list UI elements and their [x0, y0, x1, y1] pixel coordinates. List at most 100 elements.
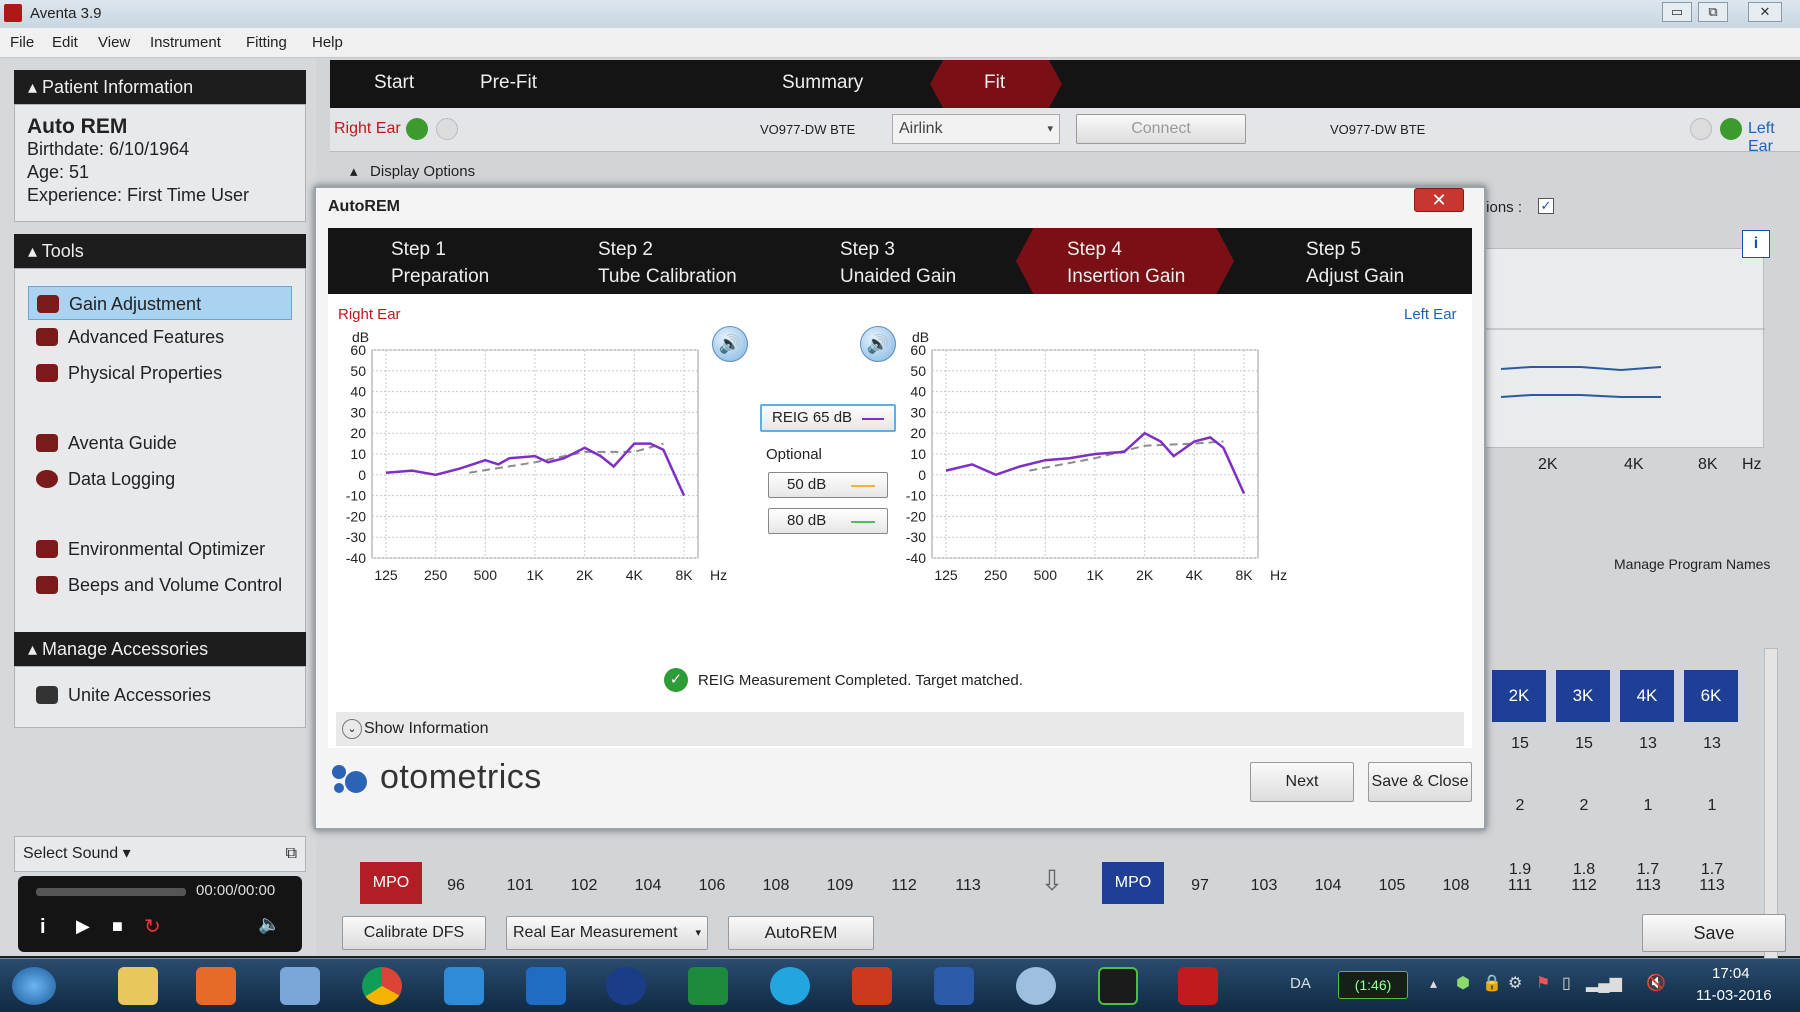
- tool-unite-accessories[interactable]: Unite Accessories: [28, 678, 292, 712]
- tray-app-icon[interactable]: ⬢: [1456, 973, 1470, 993]
- action-center-icon[interactable]: ⚑: [1536, 973, 1550, 993]
- mpo-left-cell[interactable]: 104: [620, 866, 676, 906]
- tab-pre-fit[interactable]: Pre-Fit: [480, 72, 537, 94]
- table-cell[interactable]: 2: [1492, 786, 1548, 826]
- save-close-button[interactable]: Save & Close: [1368, 762, 1472, 802]
- settings-tray-icon[interactable]: ⚙: [1508, 973, 1522, 993]
- battery-indicator[interactable]: (1:46): [1338, 971, 1408, 999]
- network-icon[interactable]: [280, 967, 320, 1005]
- tool-advanced-features[interactable]: Advanced Features: [28, 320, 292, 354]
- table-cell[interactable]: 15: [1556, 724, 1612, 764]
- explorer-icon[interactable]: [118, 967, 158, 1005]
- mpo-left-cell[interactable]: 106: [684, 866, 740, 906]
- table-cell[interactable]: 1: [1684, 786, 1740, 826]
- tab-start[interactable]: Start: [374, 72, 414, 94]
- legend-50-db[interactable]: 50 dB: [768, 472, 888, 498]
- app-swirl-icon[interactable]: [1016, 967, 1056, 1005]
- table-cell[interactable]: 13: [1684, 724, 1740, 764]
- step-5[interactable]: Step 5 Adjust Gain: [1306, 236, 1404, 290]
- info-corner-icon[interactable]: i: [1742, 230, 1770, 258]
- interface-dropdown[interactable]: Airlink ▾: [892, 114, 1060, 144]
- word-icon[interactable]: [934, 967, 974, 1005]
- menu-edit[interactable]: Edit: [52, 34, 78, 51]
- internet-explorer-icon[interactable]: [444, 967, 484, 1005]
- play-icon[interactable]: ▶: [76, 916, 90, 937]
- mpo-right-cell[interactable]: 112: [1556, 866, 1612, 906]
- speaker-left-icon[interactable]: 🔊: [860, 326, 896, 362]
- mpo-left-cell[interactable]: 101: [492, 866, 548, 906]
- start-button[interactable]: [12, 967, 56, 1005]
- tool-environmental-optimizer[interactable]: Environmental Optimizer: [28, 532, 292, 566]
- undock-icon[interactable]: ⧉: [286, 837, 297, 871]
- speaker-muted-icon[interactable]: 🔇: [1646, 973, 1666, 993]
- skype-icon[interactable]: [770, 967, 810, 1005]
- lock-icon[interactable]: 🔒: [1482, 973, 1502, 993]
- real-ear-measurement-dropdown[interactable]: Real Ear Measurement ▾: [506, 916, 708, 950]
- mpo-right-cell[interactable]: 105: [1364, 866, 1420, 906]
- mpo-right-cell[interactable]: 97: [1172, 866, 1228, 906]
- mpo-right-cell[interactable]: 104: [1300, 866, 1356, 906]
- step-3[interactable]: Step 3 Unaided Gain: [840, 236, 956, 290]
- battery-tray-icon[interactable]: ▯: [1562, 973, 1571, 993]
- autorem-button[interactable]: AutoREM: [728, 916, 874, 950]
- mpo-left-cell[interactable]: 102: [556, 866, 612, 906]
- table-cell[interactable]: 13: [1620, 724, 1676, 764]
- repeat-icon[interactable]: ↻: [144, 914, 161, 939]
- menu-help[interactable]: Help: [312, 34, 343, 51]
- tool-data-logging[interactable]: Data Logging: [28, 462, 292, 496]
- dialog-close-button[interactable]: ✕: [1414, 188, 1464, 212]
- aventa-taskbar-icon[interactable]: [1178, 967, 1218, 1005]
- mpo-right-cell[interactable]: 111: [1492, 866, 1548, 906]
- mpo-left-cell[interactable]: 113: [940, 866, 996, 906]
- excel-icon[interactable]: [688, 967, 728, 1005]
- tool-aventa-guide[interactable]: Aventa Guide: [28, 426, 292, 460]
- outlook-icon[interactable]: [526, 967, 566, 1005]
- mpo-right-cell[interactable]: 113: [1620, 866, 1676, 906]
- close-window-button[interactable]: ✕: [1748, 2, 1782, 22]
- table-cell[interactable]: 1: [1620, 786, 1676, 826]
- clock-time[interactable]: 17:04: [1712, 965, 1750, 982]
- mpo-left-cell[interactable]: 112: [876, 866, 932, 906]
- legend-reig-65[interactable]: REIG 65 dB: [760, 404, 896, 432]
- mpo-right-cell[interactable]: 108: [1428, 866, 1484, 906]
- mpo-left-cell[interactable]: 109: [812, 866, 868, 906]
- app-c-icon[interactable]: [1098, 967, 1138, 1005]
- options-checkbox[interactable]: ✓: [1538, 198, 1554, 214]
- accessories-header[interactable]: ▴ Manage Accessories: [14, 632, 306, 666]
- table-cell[interactable]: 2: [1556, 786, 1612, 826]
- step-1[interactable]: Step 1 Preparation: [391, 236, 489, 290]
- menu-file[interactable]: File: [10, 34, 34, 51]
- step-2[interactable]: Step 2 Tube Calibration: [598, 236, 737, 290]
- tools-header[interactable]: ▴ Tools: [14, 234, 306, 268]
- tool-gain-adjustment[interactable]: Gain Adjustment: [28, 286, 292, 320]
- connect-button[interactable]: Connect: [1076, 114, 1246, 144]
- mpo-right-cell[interactable]: 113: [1684, 866, 1740, 906]
- mpo-right-cell[interactable]: 103: [1236, 866, 1292, 906]
- mpo-left-cell[interactable]: 108: [748, 866, 804, 906]
- language-indicator[interactable]: DA: [1290, 975, 1311, 992]
- tab-summary[interactable]: Summary: [782, 72, 863, 94]
- clock-date[interactable]: 11-03-2016: [1696, 987, 1772, 1004]
- speaker-right-icon[interactable]: 🔊: [712, 326, 748, 362]
- manage-program-names-link[interactable]: Manage Program Names: [1614, 556, 1770, 572]
- volume-icon[interactable]: 🔈: [258, 914, 280, 935]
- info-icon[interactable]: i: [40, 916, 46, 939]
- tool-physical-properties[interactable]: Physical Properties: [28, 356, 292, 390]
- next-button[interactable]: Next: [1250, 762, 1354, 802]
- tool-beeps-volume[interactable]: Beeps and Volume Control: [28, 568, 292, 602]
- step-4[interactable]: Step 4 Insertion Gain: [1067, 236, 1185, 290]
- patient-info-header[interactable]: ▴ Patient Information: [14, 70, 306, 104]
- app-globe-icon[interactable]: [606, 967, 646, 1005]
- menu-view[interactable]: View: [98, 34, 130, 51]
- show-information-toggle[interactable]: ⌄ Show Information: [336, 712, 1464, 746]
- powerpoint-icon[interactable]: [852, 967, 892, 1005]
- display-options-toggle[interactable]: ▴ Display Options: [350, 162, 475, 180]
- menu-instrument[interactable]: Instrument: [150, 34, 221, 51]
- mpo-left-cell[interactable]: 96: [428, 866, 484, 906]
- select-sound-dropdown[interactable]: Select Sound ▾ ⧉: [14, 836, 306, 872]
- signal-icon[interactable]: ▂▄▆: [1586, 973, 1622, 993]
- tab-fit[interactable]: Fit: [984, 72, 1005, 94]
- save-button[interactable]: Save: [1642, 914, 1786, 952]
- calibrate-dfs-button[interactable]: Calibrate DFS: [342, 916, 486, 950]
- tray-chevron-icon[interactable]: ▴: [1430, 975, 1437, 992]
